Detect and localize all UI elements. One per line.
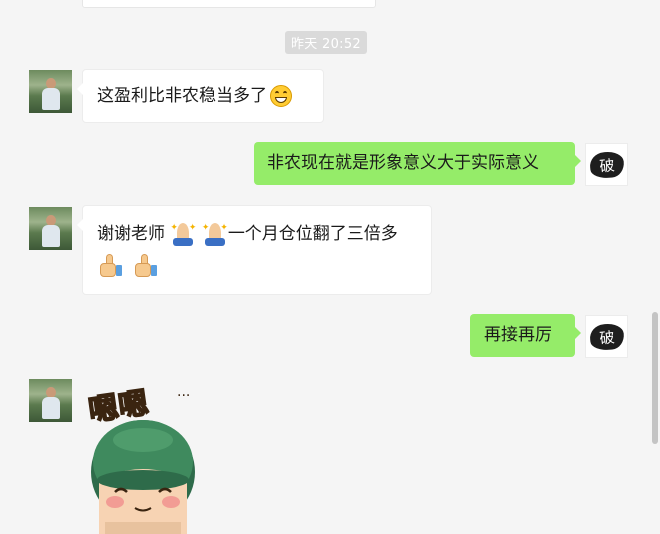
helmet-soldier-sticker-icon: 嗯嗯 ··· [86, 385, 195, 534]
message-text-continued: 一个月仓位翻了三倍多 [227, 224, 398, 244]
chat-scrollbar[interactable] [652, 312, 658, 444]
ink-brush-avatar-icon: 破 [588, 149, 625, 180]
ink-brush-avatar-icon: 破 [588, 321, 625, 352]
incoming-message-bubble[interactable]: 这盈利比非农稳当多了 [77, 69, 324, 123]
self-avatar[interactable]: 破 [585, 143, 628, 186]
sticker-dots: ··· [177, 388, 190, 404]
outgoing-message-bubble[interactable]: 再接再厉 [470, 314, 581, 357]
thumbs-up-emoji-icon [132, 253, 158, 279]
message-text: 再接再厉 [484, 325, 552, 345]
self-avatar[interactable]: 破 [585, 315, 628, 358]
message-text: 非农现在就是形象意义大于实际意义 [267, 153, 539, 173]
message-text: 这盈利比非农稳当多了 [97, 86, 267, 106]
avatar-person-body [42, 225, 60, 247]
pray-emoji-icon: ✦ ✦ [170, 221, 196, 247]
pray-emoji-icon: ✦ ✦ [202, 221, 228, 247]
grin-emoji-icon [270, 85, 292, 107]
avatar-person-body [42, 397, 60, 419]
contact-avatar[interactable] [29, 70, 72, 113]
previous-message-bubble [82, 0, 376, 8]
contact-avatar[interactable] [29, 207, 72, 250]
timestamp-divider: 昨天 20:52 [285, 31, 367, 54]
message-text: 谢谢老师 [97, 224, 165, 244]
contact-avatar[interactable] [29, 379, 72, 422]
avatar-person-body [42, 88, 60, 110]
thumbs-up-emoji-icon [97, 253, 123, 279]
outgoing-message-bubble[interactable]: 非农现在就是形象意义大于实际意义 [254, 142, 581, 185]
incoming-message-bubble[interactable]: 谢谢老师 ✦ ✦ ✦ ✦ 一个月仓位翻了三倍多 [77, 205, 432, 295]
sticker-image[interactable]: 嗯嗯 ··· [85, 380, 210, 534]
